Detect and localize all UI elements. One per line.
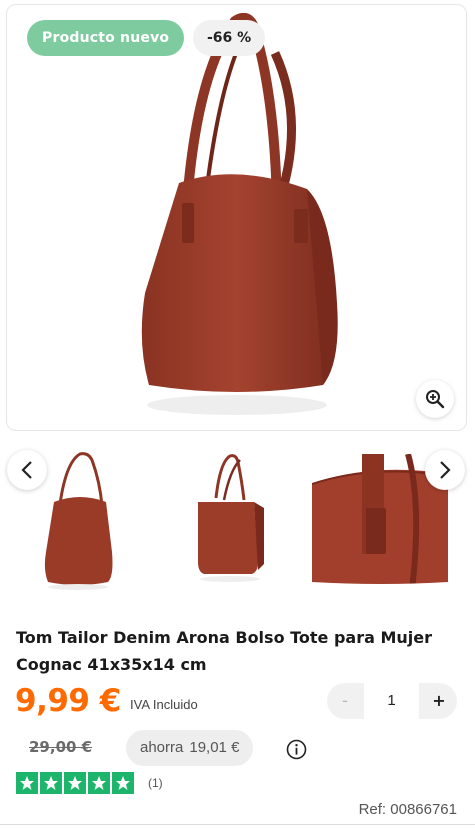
discount-badge: -66 % bbox=[193, 20, 266, 56]
chevron-right-icon bbox=[440, 461, 451, 479]
bag-front-thumbnail[interactable] bbox=[40, 442, 116, 592]
quantity-input[interactable]: 1 bbox=[364, 683, 419, 719]
product-reference: Ref: 00866761 bbox=[358, 801, 457, 818]
zoom-in-icon bbox=[426, 390, 445, 409]
tax-included-note: IVA Incluido bbox=[130, 697, 198, 712]
divider bbox=[0, 824, 475, 825]
product-title: Tom Tailor Denim Arona Bolso Tote para M… bbox=[16, 628, 433, 674]
previous-image-button[interactable] bbox=[7, 450, 47, 490]
star-icon bbox=[16, 772, 38, 794]
star-icon bbox=[88, 772, 110, 794]
tote-bag-image bbox=[141, 13, 338, 415]
star-icon bbox=[40, 772, 62, 794]
decrease-quantity-button[interactable]: - bbox=[327, 683, 363, 719]
chevron-left-icon bbox=[21, 461, 32, 479]
main-product-image[interactable]: Producto nuevo -66 % bbox=[6, 4, 467, 431]
old-price: 29,00 € bbox=[29, 738, 93, 756]
info-icon[interactable] bbox=[286, 739, 307, 760]
new-product-badge: Producto nuevo bbox=[27, 20, 185, 56]
increase-quantity-button[interactable]: + bbox=[421, 683, 457, 719]
savings-badge: ahorra 19,01 € bbox=[126, 730, 254, 766]
savings-label: ahorra bbox=[140, 739, 184, 756]
quantity-stepper: - 1 + bbox=[327, 683, 457, 719]
star-icon bbox=[64, 772, 86, 794]
savings-amount: 19,01 € bbox=[189, 739, 240, 756]
zoom-button[interactable] bbox=[416, 380, 454, 418]
thumbnail-strip bbox=[0, 442, 475, 602]
next-image-button[interactable] bbox=[425, 450, 465, 490]
review-count[interactable]: (1) bbox=[148, 776, 163, 790]
rating-stars[interactable] bbox=[16, 772, 134, 794]
star-icon bbox=[112, 772, 134, 794]
bag-side-thumbnail[interactable] bbox=[190, 442, 270, 592]
current-price: 9,99 € bbox=[15, 683, 121, 719]
